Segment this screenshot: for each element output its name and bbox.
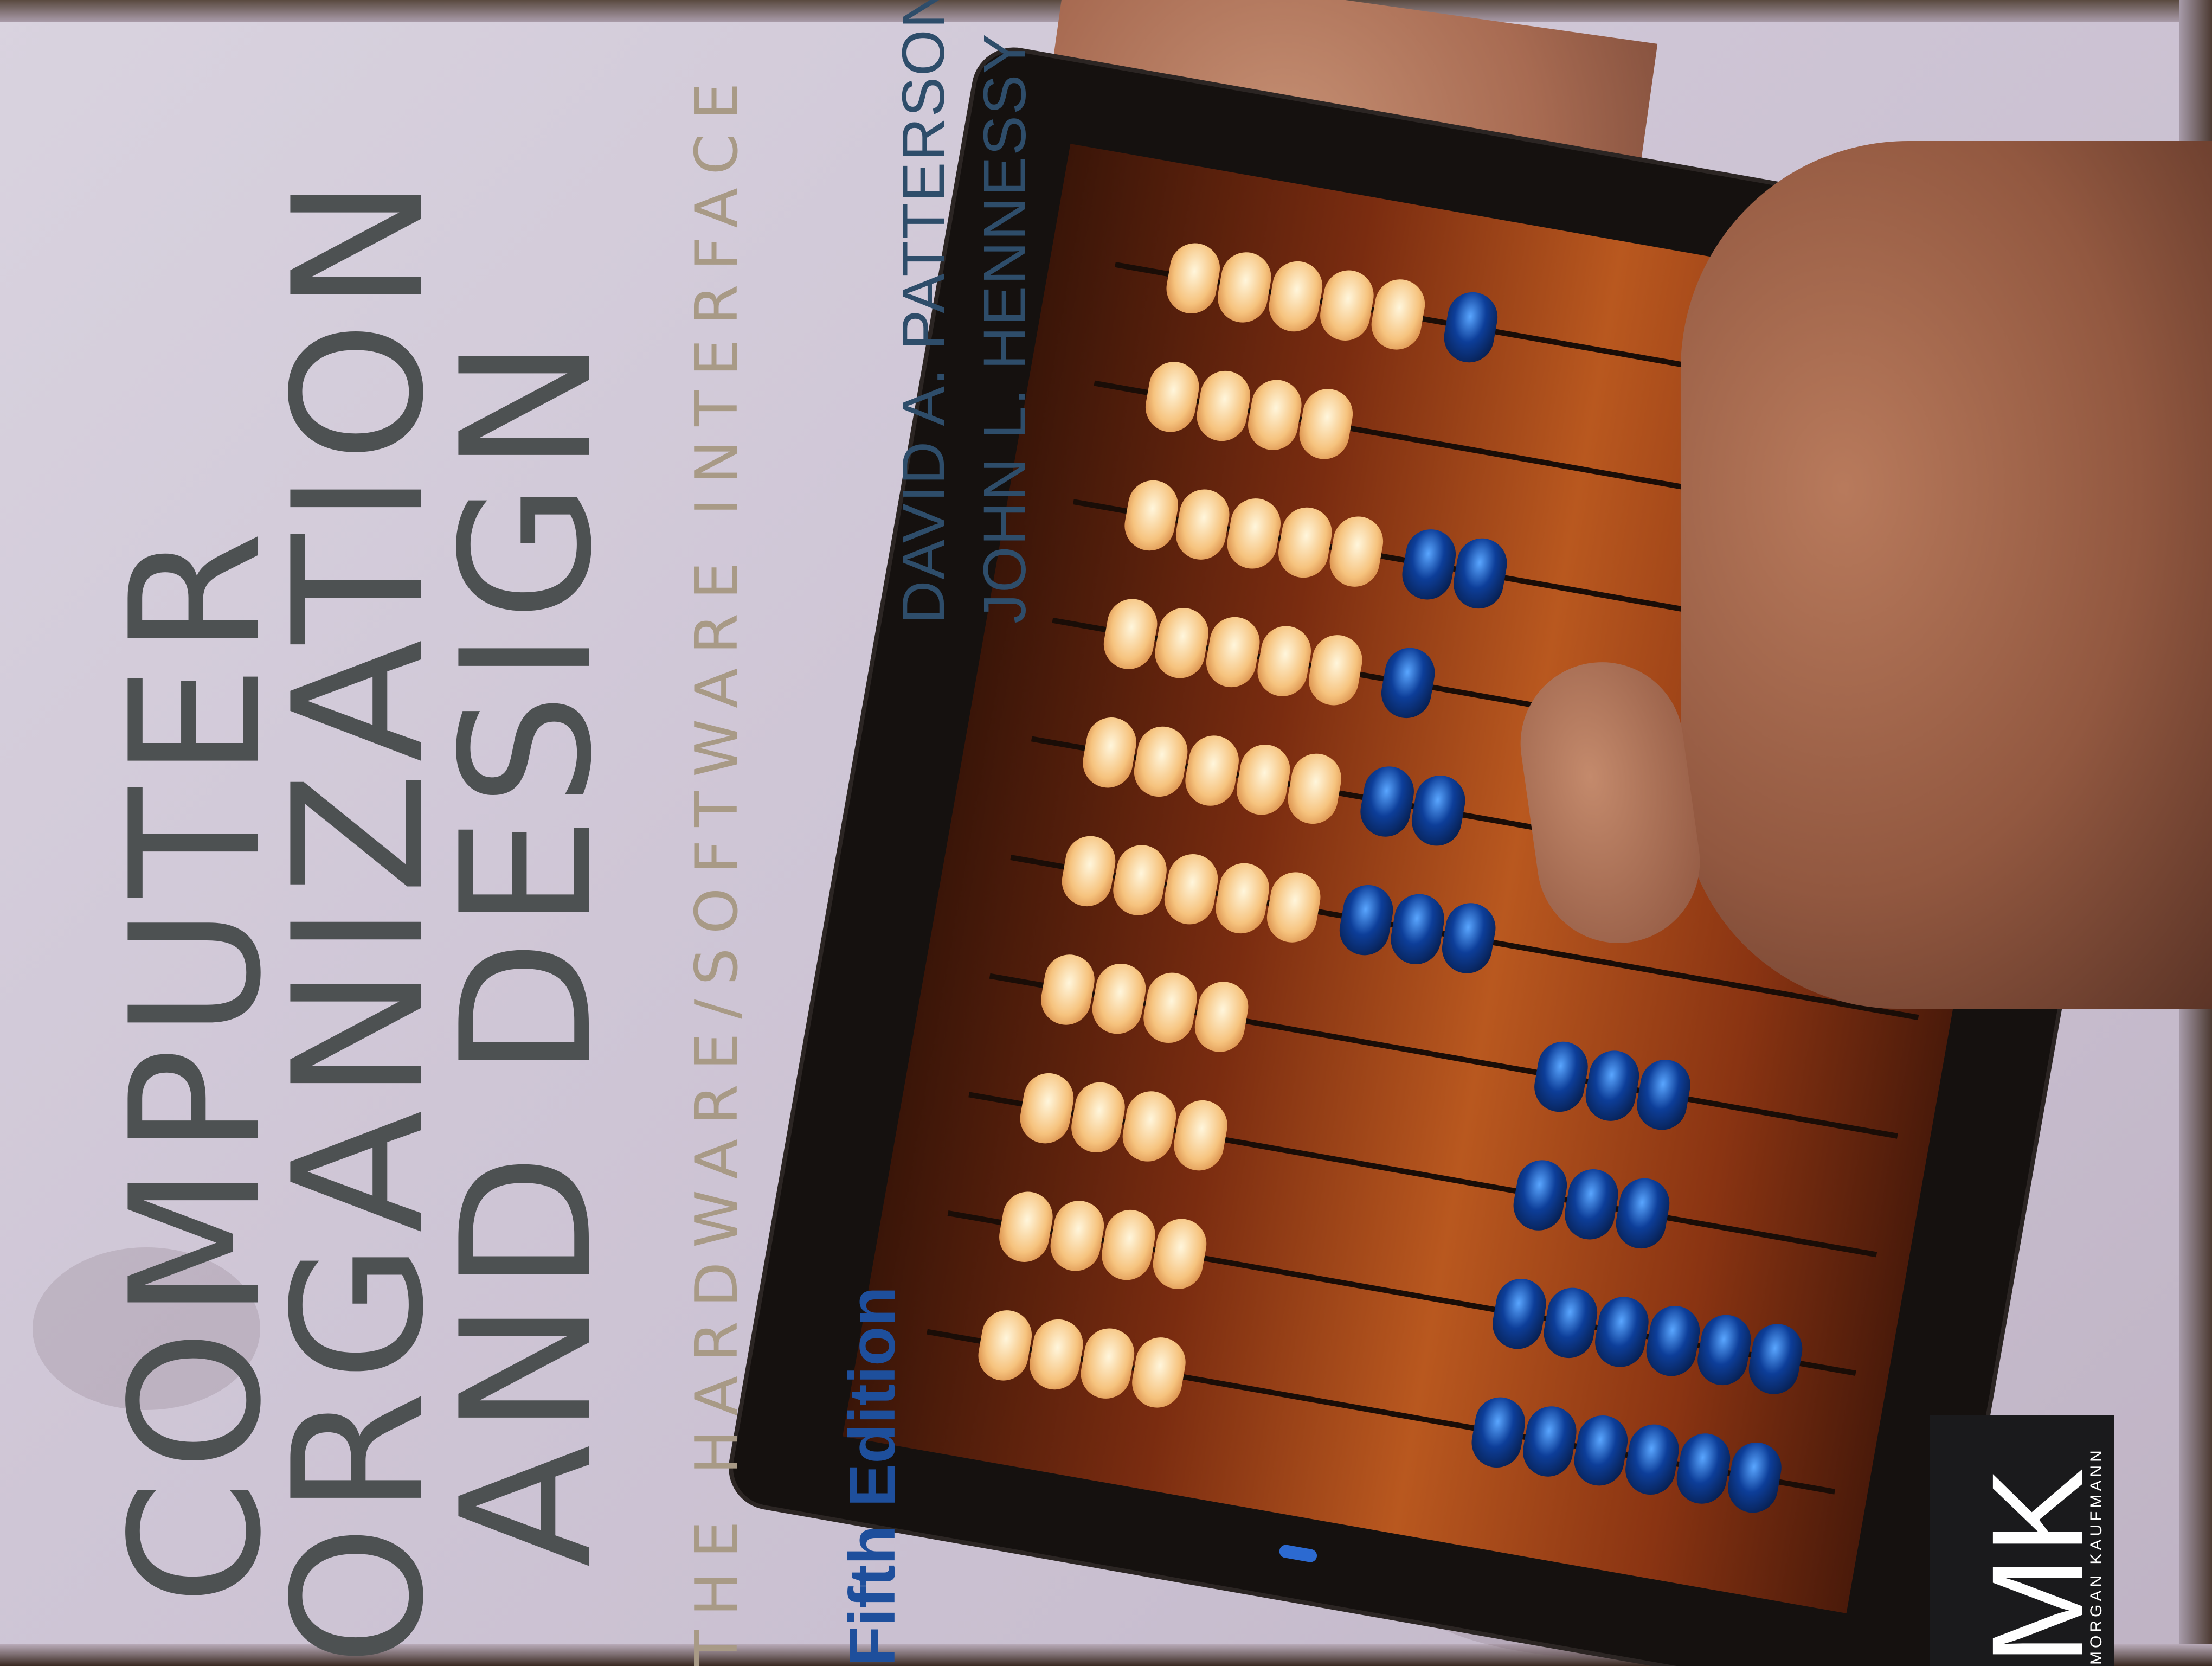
abacus-bead-light bbox=[1367, 275, 1429, 354]
abacus-bead-light bbox=[1304, 631, 1366, 709]
abacus-bead-dark bbox=[1591, 1293, 1652, 1372]
abacus-bead-light bbox=[1077, 1324, 1139, 1403]
abacus-bead-light bbox=[1326, 512, 1387, 591]
abacus-bead-light bbox=[1078, 713, 1141, 792]
abacus-bead-light bbox=[1191, 978, 1252, 1056]
abacus-bead-dark bbox=[1632, 1055, 1695, 1134]
abacus-bead-light bbox=[1232, 740, 1294, 819]
abacus-bead-dark bbox=[1621, 1420, 1683, 1499]
abacus-bead-light bbox=[1274, 503, 1336, 582]
publisher-logo: MK MORGAN KAUFMANN bbox=[1930, 1415, 2114, 1666]
abacus-bead-dark bbox=[1560, 1165, 1622, 1244]
edition-label: Fifth Edition bbox=[836, 1286, 909, 1666]
abacus-bead-dark bbox=[1356, 762, 1418, 841]
abacus-bead-light bbox=[974, 1306, 1036, 1385]
abacus-bead-light bbox=[1162, 239, 1224, 318]
abacus-bead-dark bbox=[1642, 1302, 1704, 1380]
abacus-bead-dark bbox=[1377, 644, 1439, 722]
author-hennessy: JOHN L. HENNESSY bbox=[972, 33, 1038, 624]
abacus-bead-light bbox=[1128, 1333, 1190, 1412]
abacus-bead-light bbox=[1295, 385, 1357, 463]
abacus-bead-dark bbox=[1438, 899, 1500, 978]
abacus-bead-dark bbox=[1724, 1438, 1786, 1517]
abacus-bead-dark bbox=[1509, 1156, 1571, 1235]
abacus-bead-light bbox=[1118, 1087, 1180, 1165]
abacus-bead-light bbox=[1181, 732, 1243, 810]
abacus-bead-dark bbox=[1519, 1402, 1580, 1481]
abacus-bead-light bbox=[1037, 950, 1099, 1029]
title-line-and-design: AND DESIGN bbox=[423, 329, 631, 1567]
abacus-bead-light bbox=[1316, 266, 1378, 345]
abacus-bead-dark bbox=[1570, 1411, 1632, 1490]
abacus-bead-light bbox=[1149, 1215, 1211, 1293]
abacus-bead-light bbox=[1244, 376, 1306, 454]
abacus-bead-light bbox=[1058, 832, 1120, 911]
abacus-bead-dark bbox=[1540, 1284, 1602, 1362]
abacus-bead-light bbox=[1253, 622, 1315, 701]
abacus-bead-light bbox=[1265, 257, 1327, 336]
abacus-bead-light bbox=[1067, 1078, 1129, 1157]
right-hand bbox=[1681, 141, 2212, 1009]
abacus-bead-light bbox=[1169, 1096, 1232, 1175]
abacus-bead-light bbox=[1151, 604, 1213, 682]
abacus-bead-light bbox=[1212, 859, 1274, 938]
abacus-bead-dark bbox=[1398, 525, 1460, 604]
abacus-bead-dark bbox=[1335, 881, 1397, 959]
abacus-bead-dark bbox=[1745, 1320, 1806, 1399]
abacus-bead-light bbox=[1202, 613, 1264, 691]
abacus-bead-dark bbox=[1693, 1311, 1756, 1389]
author-patterson: DAVID A. PATTERSON bbox=[890, 0, 957, 624]
abacus-bead-light bbox=[1141, 357, 1203, 436]
abacus-bead-light bbox=[1046, 1196, 1108, 1275]
abacus-bead-light bbox=[1284, 749, 1346, 828]
publisher-name: MORGAN KAUFMANN bbox=[2087, 1447, 2105, 1665]
abacus-bead-dark bbox=[1673, 1430, 1734, 1508]
abacus-bead-dark bbox=[1387, 890, 1449, 969]
abacus-bead-light bbox=[1025, 1315, 1087, 1394]
abacus-bead-light bbox=[1099, 595, 1161, 674]
abacus-bead-dark bbox=[1530, 1037, 1592, 1116]
book-cover-photo: COMPUTER ORGANIZATION AND DESIGN THE HAR… bbox=[0, 0, 2212, 1666]
abacus-bead-light bbox=[1172, 485, 1233, 564]
abacus-bead-light bbox=[1121, 476, 1182, 555]
abacus-bead-dark bbox=[1581, 1047, 1643, 1125]
abacus-bead-dark bbox=[1407, 771, 1469, 850]
subtitle: THE HARDWARE/SOFTWARE INTERFACE bbox=[683, 68, 751, 1666]
abacus-bead-dark bbox=[1488, 1274, 1550, 1353]
abacus-bead-light bbox=[1213, 248, 1275, 326]
abacus-bead-dark bbox=[1440, 288, 1502, 367]
abacus-bead-light bbox=[1139, 969, 1201, 1047]
cover-title-block: COMPUTER ORGANIZATION AND DESIGN THE HAR… bbox=[11, 0, 1038, 1666]
abacus-bead-light bbox=[1016, 1069, 1078, 1148]
abacus-bead-light bbox=[1088, 959, 1150, 1038]
abacus-bead-light bbox=[1193, 367, 1255, 445]
abacus-bead-light bbox=[995, 1188, 1057, 1266]
abacus-bead-dark bbox=[1468, 1393, 1529, 1472]
abacus-bead-light bbox=[1160, 850, 1222, 928]
abacus-bead-light bbox=[1130, 722, 1192, 801]
abacus-bead-dark bbox=[1612, 1174, 1674, 1253]
abacus-bead-light bbox=[1097, 1206, 1160, 1284]
abacus-bead-light bbox=[1109, 841, 1171, 920]
abacus-bead-light bbox=[1223, 494, 1285, 573]
abacus-bead-dark bbox=[1449, 534, 1511, 613]
abacus-bead-light bbox=[1263, 868, 1324, 947]
